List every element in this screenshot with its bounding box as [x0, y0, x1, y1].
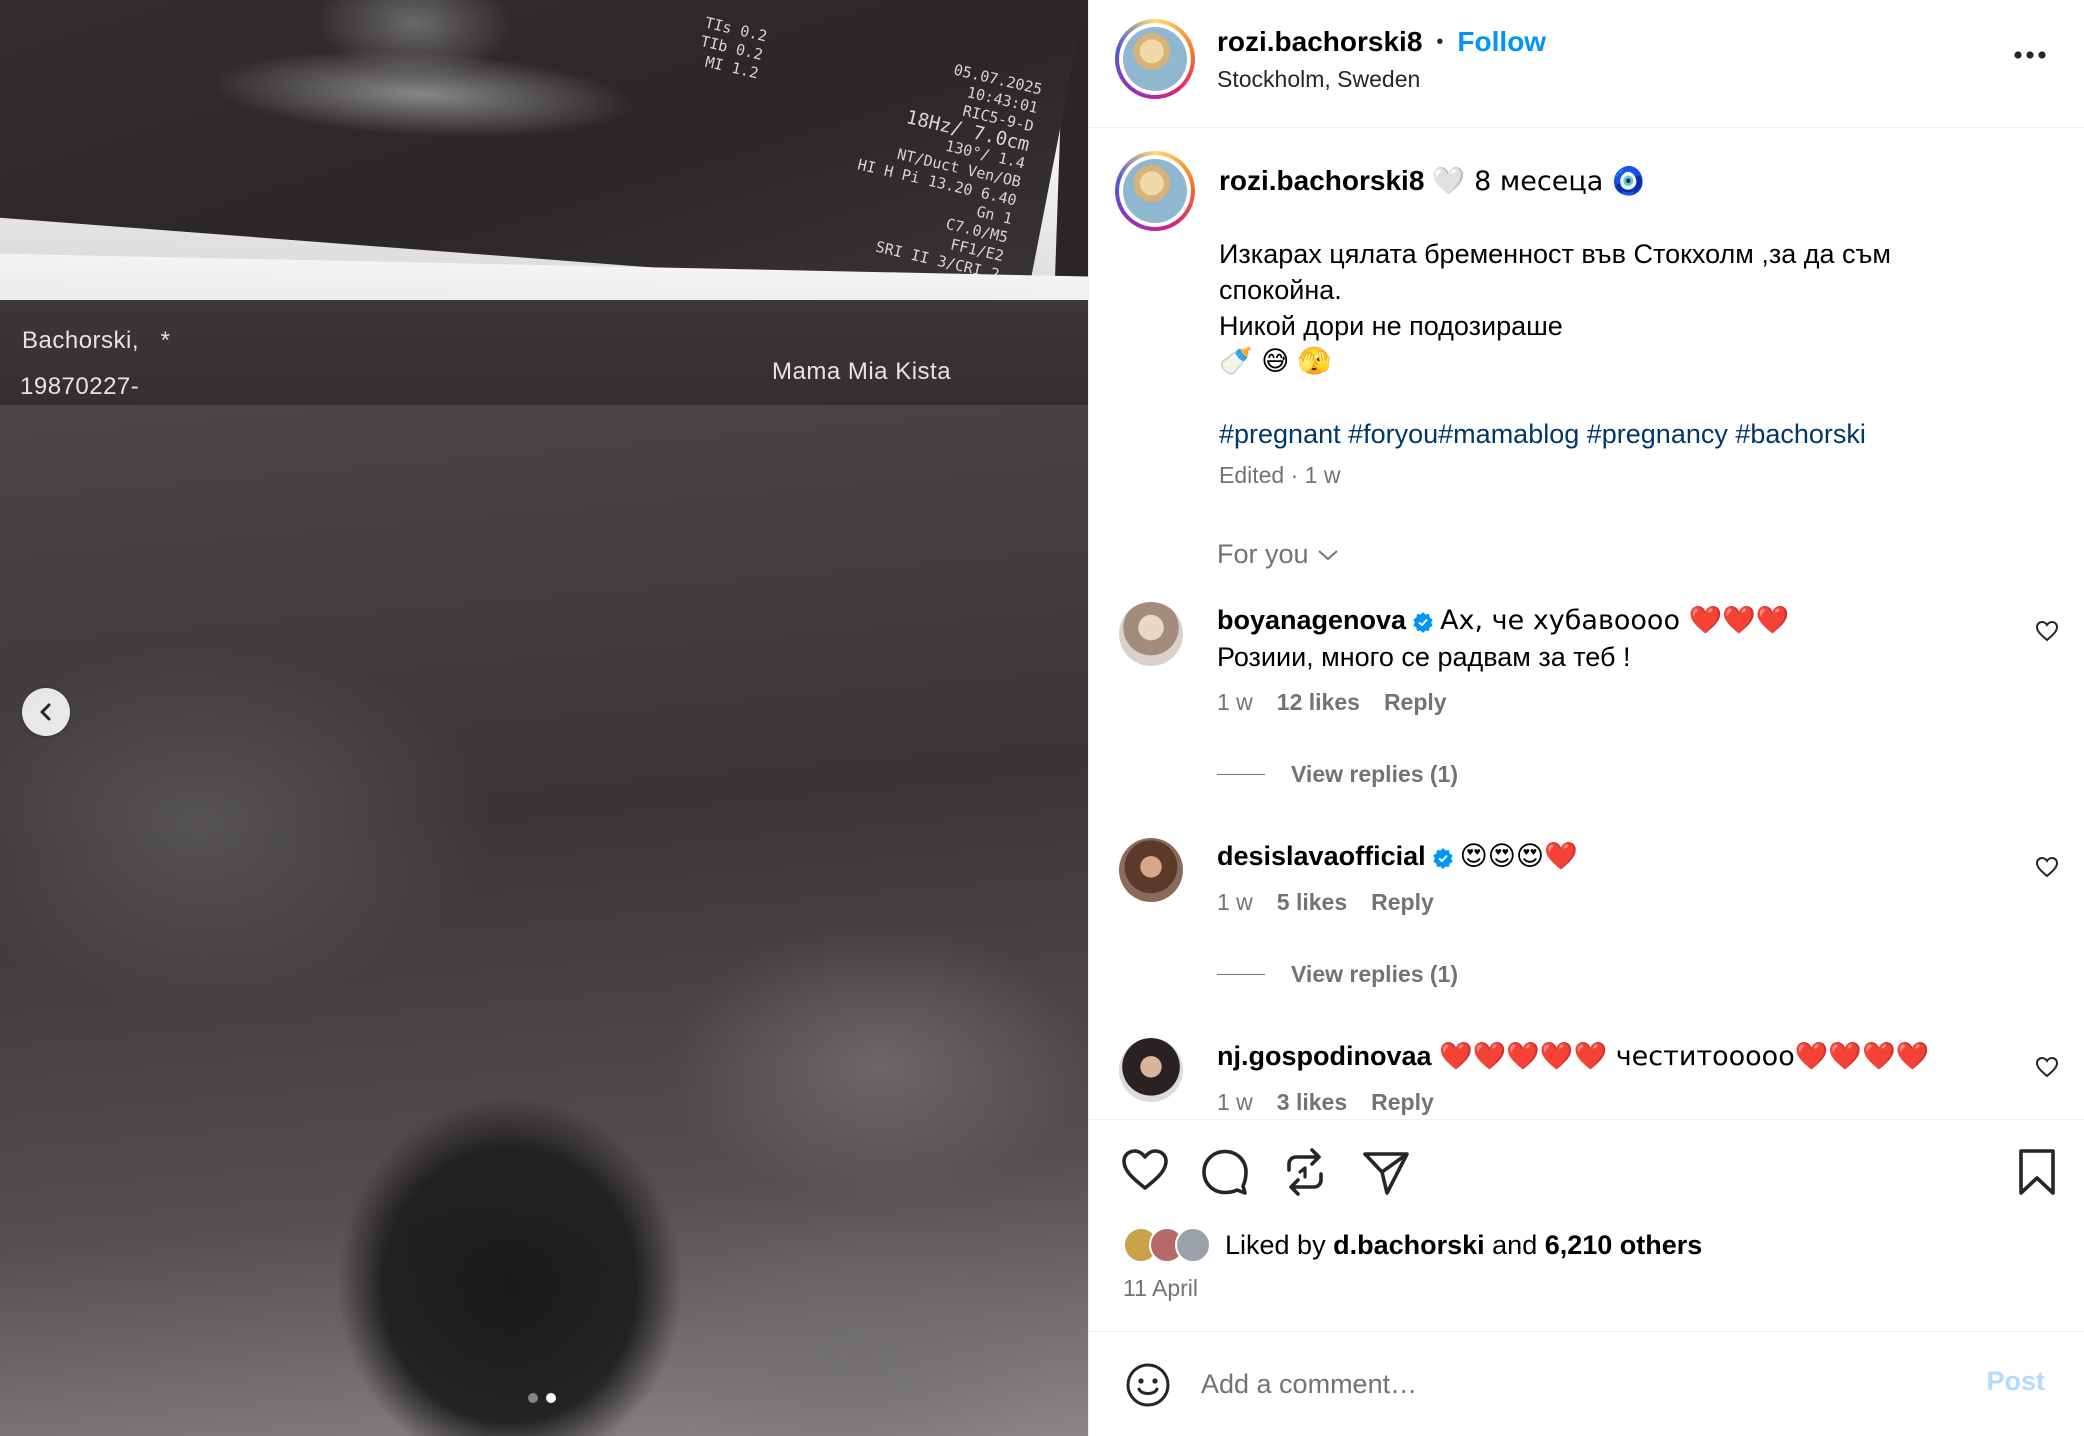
commenter-avatar[interactable] [1119, 602, 1183, 666]
caption-username[interactable]: rozi.bachorski8 [1219, 165, 1424, 196]
previous-slide-button[interactable] [22, 688, 70, 736]
post-side-panel: rozi.bachorski8 • Follow Stockholm, Swed… [1088, 0, 2084, 1436]
caption-hashtags[interactable]: #pregnant #foryou#mamablog #pregnancy #b… [1219, 416, 2039, 452]
liker-avatars [1123, 1227, 1211, 1263]
post-media[interactable]: TIs 0.2 TIb 0.2 MI 1.2 05.07.2025 10:43:… [0, 0, 1088, 1436]
carousel-dots [528, 1393, 556, 1403]
clinic-name: Mama Mia Kista [772, 358, 952, 385]
save-bookmark-icon[interactable] [2017, 1148, 2057, 1196]
carousel-dot[interactable] [528, 1393, 538, 1403]
share-icon[interactable] [1361, 1148, 1411, 1196]
commenter-username[interactable]: desislavaofficial [1217, 841, 1426, 871]
comment-time: 1 w [1217, 689, 1253, 715]
likes-count[interactable]: 6,210 others [1545, 1230, 1703, 1260]
caption-meta: Edited · 1 w [1219, 462, 1341, 488]
comment-text: Розиии, много се радвам за теб ! [1217, 642, 1631, 672]
comment-likes[interactable]: 5 likes [1277, 889, 1347, 916]
caption-line: спокойна. [1219, 275, 1342, 305]
more-options-icon[interactable] [2013, 50, 2047, 60]
chevron-down-icon [1317, 549, 1338, 560]
verified-badge-icon [1413, 612, 1433, 633]
reply-button[interactable]: Reply [1371, 1089, 1434, 1116]
comment-like-icon[interactable] [2035, 856, 2059, 878]
commenter-avatar[interactable] [1119, 838, 1183, 902]
caption: rozi.bachorski8 🤍 8 месеца 🧿 Изкарах цял… [1219, 163, 2039, 489]
caption-author-avatar[interactable] [1115, 151, 1195, 231]
like-icon[interactable] [1121, 1148, 1169, 1192]
post-comment-button[interactable]: Post [1986, 1366, 2045, 1397]
comment-sort-label: For you [1217, 539, 1309, 569]
carousel-dot-active[interactable] [546, 1393, 556, 1403]
comment-likes[interactable]: 3 likes [1277, 1089, 1347, 1116]
caption-line: Изкарах цялата бременност във Стокхолм ,… [1219, 239, 1891, 269]
patient-id: 19870227- [20, 373, 140, 400]
patient-name: Bachorski, * [22, 327, 171, 354]
commenter-username[interactable]: boyanagenova [1217, 605, 1406, 635]
comment-text: 😍😍😍❤️ [1459, 841, 1578, 872]
author-username[interactable]: rozi.bachorski8 [1217, 26, 1422, 58]
post-header: rozi.bachorski8 • Follow Stockholm, Swed… [1089, 0, 2084, 128]
comment-time: 1 w [1217, 1089, 1253, 1115]
post-date: 11 April [1123, 1275, 1199, 1301]
post-actions: Liked by d.bachorski and 6,210 others 11… [1089, 1119, 2084, 1331]
comment-likes[interactable]: 12 likes [1277, 689, 1360, 716]
separator: • [1436, 30, 1444, 53]
reply-button[interactable]: Reply [1384, 689, 1447, 716]
follow-button[interactable]: Follow [1457, 26, 1546, 58]
repost-icon[interactable] [1281, 1148, 1329, 1196]
view-replies-button[interactable]: View replies (1) [1217, 961, 1458, 988]
comment-text: ❤️❤️❤️❤️❤️ честитооооо❤️❤️❤️❤️ [1439, 1041, 1930, 1072]
reply-button[interactable]: Reply [1371, 889, 1434, 916]
comment-composer: Post [1089, 1331, 2084, 1436]
comment-like-icon[interactable] [2035, 1056, 2059, 1078]
comment-icon[interactable] [1201, 1148, 1249, 1196]
comment-time: 1 w [1217, 889, 1253, 915]
caption-emojis: 🍼 😅 🫣 [1219, 346, 1332, 377]
view-replies-button[interactable]: View replies (1) [1217, 761, 1458, 788]
liked-by-label: Liked by [1225, 1229, 1326, 1260]
liked-by-user[interactable]: d.bachorski [1333, 1230, 1485, 1260]
commenter-avatar[interactable] [1119, 1038, 1183, 1102]
commenter-username[interactable]: nj.gospodinovaa [1217, 1041, 1432, 1071]
caption-line: Никой дори не подозираше [1219, 311, 1563, 341]
chevron-left-icon [40, 703, 51, 721]
comment-like-icon[interactable] [2035, 620, 2059, 642]
comment-sort-dropdown[interactable]: For you [1217, 539, 1339, 570]
comment-input[interactable] [1201, 1364, 1901, 1404]
author-avatar[interactable] [1115, 19, 1195, 99]
comment-text: Ах, че хубавоооо ❤️❤️❤️ [1440, 605, 1790, 636]
liked-by-and: and [1492, 1229, 1538, 1260]
likes-summary[interactable]: Liked by d.bachorski and 6,210 others [1123, 1227, 1702, 1263]
verified-badge-icon [1433, 848, 1453, 869]
caption-title: 🤍 8 месеца 🧿 [1431, 166, 1646, 197]
comments-scroll-area[interactable]: rozi.bachorski8 🤍 8 месеца 🧿 Изкарах цял… [1089, 129, 2084, 1119]
ultrasound-image [0, 405, 1088, 1436]
emoji-picker-icon[interactable] [1125, 1362, 1171, 1408]
post-location[interactable]: Stockholm, Sweden [1217, 66, 1420, 93]
